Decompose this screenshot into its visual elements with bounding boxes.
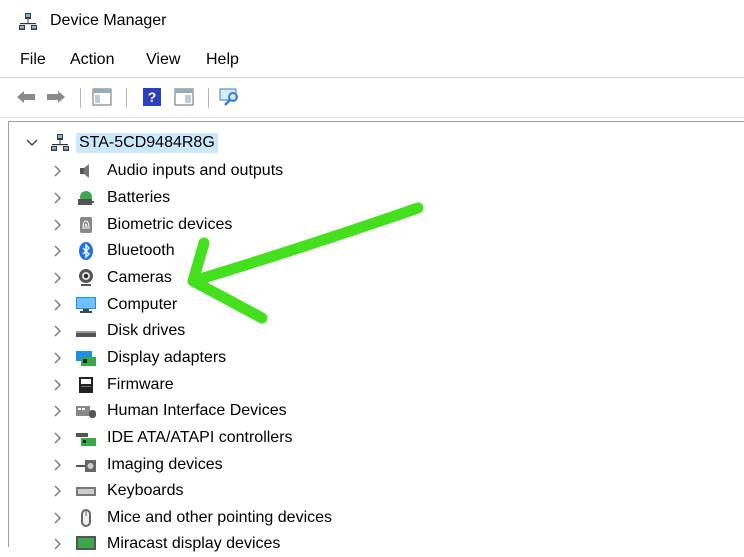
tree-item-label[interactable]: Audio inputs and outputs xyxy=(107,162,283,180)
bluetooth-icon xyxy=(75,240,97,262)
chevron-right-icon[interactable] xyxy=(51,378,65,392)
chevron-right-icon[interactable] xyxy=(51,164,65,178)
webcam-icon xyxy=(75,267,97,289)
speaker-icon xyxy=(75,160,97,182)
device-manager-icon xyxy=(18,12,38,32)
scan-hardware-changes-icon[interactable] xyxy=(218,86,242,108)
menu-view[interactable]: View xyxy=(146,51,180,69)
tree-item-ide[interactable]: IDE ATA/ATAPI controllers xyxy=(9,425,709,451)
firmware-chip-icon xyxy=(75,374,97,396)
tree-item-audio[interactable]: Audio inputs and outputs xyxy=(9,158,709,184)
tree-item-label[interactable]: Display adapters xyxy=(107,349,226,367)
monitor-icon xyxy=(75,294,97,316)
mouse-icon xyxy=(75,507,97,529)
chevron-right-icon[interactable] xyxy=(51,298,65,312)
toolbar-divider xyxy=(0,117,744,118)
tree-item-keyboards[interactable]: Keyboards xyxy=(9,478,709,504)
tree-item-computer[interactable]: Computer xyxy=(9,292,709,318)
toolbar-separator xyxy=(126,88,127,108)
chevron-right-icon[interactable] xyxy=(51,191,65,205)
menu-help[interactable]: Help xyxy=(206,51,239,69)
svg-text:?: ? xyxy=(148,89,157,105)
tree-item-label[interactable]: Imaging devices xyxy=(107,456,223,474)
tree-item-firmware[interactable]: Firmware xyxy=(9,372,709,398)
show-hide-console-tree-icon[interactable] xyxy=(90,86,114,108)
chevron-right-icon[interactable] xyxy=(51,271,65,285)
menu-action[interactable]: Action xyxy=(70,51,114,69)
tree-item-label[interactable]: Miracast display devices xyxy=(107,535,280,553)
chevron-right-icon[interactable] xyxy=(51,458,65,472)
tree-item-label[interactable]: Cameras xyxy=(107,269,172,287)
computer-network-icon xyxy=(49,132,71,154)
tree-root-row[interactable]: STA-5CD9484R8G xyxy=(9,130,409,156)
chevron-right-icon[interactable] xyxy=(51,484,65,498)
chevron-right-icon[interactable] xyxy=(51,351,65,365)
tree-item-bluetooth[interactable]: Bluetooth xyxy=(9,238,709,264)
chevron-right-icon[interactable] xyxy=(51,511,65,525)
battery-icon xyxy=(75,187,97,209)
tree-item-display-adapters[interactable]: Display adapters xyxy=(9,345,709,371)
tree-item-label[interactable]: Computer xyxy=(107,296,177,314)
properties-icon[interactable] xyxy=(172,86,196,108)
chevron-right-icon[interactable] xyxy=(51,244,65,258)
chevron-right-icon[interactable] xyxy=(51,218,65,232)
imaging-device-icon xyxy=(75,454,97,476)
forward-arrow-icon[interactable] xyxy=(44,86,68,108)
menu-bar: File Action View Help xyxy=(0,46,744,74)
toolbar-separator xyxy=(208,88,209,108)
fingerprint-icon xyxy=(75,214,97,236)
menu-divider xyxy=(0,77,744,78)
tree-item-hid[interactable]: Human Interface Devices xyxy=(9,398,709,424)
window-title: Device Manager xyxy=(50,12,167,29)
tree-item-label[interactable]: IDE ATA/ATAPI controllers xyxy=(107,429,293,447)
human-interface-device-icon xyxy=(75,400,97,422)
tree-item-label[interactable]: Mice and other pointing devices xyxy=(107,509,332,527)
help-icon[interactable]: ? xyxy=(140,86,164,108)
menu-file[interactable]: File xyxy=(20,51,46,69)
tree-item-cameras[interactable]: Cameras xyxy=(9,265,709,291)
tree-item-disk-drives[interactable]: Disk drives xyxy=(9,318,709,344)
miracast-icon xyxy=(75,533,97,555)
display-adapter-icon xyxy=(75,347,97,369)
title-bar: Device Manager xyxy=(0,0,744,44)
tree-item-label[interactable]: Human Interface Devices xyxy=(107,402,287,420)
tree-item-biometric[interactable]: Biometric devices xyxy=(9,212,709,238)
tree-item-label[interactable]: Batteries xyxy=(107,189,170,207)
ide-controller-icon xyxy=(75,427,97,449)
tree-item-label[interactable]: Firmware xyxy=(107,376,174,394)
tree-item-imaging[interactable]: Imaging devices xyxy=(9,452,709,478)
device-tree[interactable]: STA-5CD9484R8G Audio inputs and outputs … xyxy=(8,121,744,552)
chevron-right-icon[interactable] xyxy=(51,404,65,418)
toolbar-separator xyxy=(80,88,81,108)
tree-item-label[interactable]: Biometric devices xyxy=(107,216,232,234)
tree-item-label[interactable]: Bluetooth xyxy=(107,242,175,260)
back-arrow-icon[interactable] xyxy=(14,86,38,108)
toolbar: ? xyxy=(0,80,744,114)
tree-item-mice[interactable]: Mice and other pointing devices xyxy=(9,505,709,531)
chevron-right-icon[interactable] xyxy=(51,431,65,445)
tree-item-label[interactable]: Disk drives xyxy=(107,322,185,340)
chevron-right-icon[interactable] xyxy=(51,537,65,551)
keyboard-icon xyxy=(75,480,97,502)
chevron-right-icon[interactable] xyxy=(51,324,65,338)
tree-item-label[interactable]: Keyboards xyxy=(107,482,184,500)
tree-item-batteries[interactable]: Batteries xyxy=(9,185,709,211)
chevron-down-icon[interactable] xyxy=(25,136,39,150)
tree-item-miracast[interactable]: Miracast display devices xyxy=(9,531,709,557)
tree-root-label[interactable]: STA-5CD9484R8G xyxy=(76,133,218,153)
disk-drive-icon xyxy=(75,320,97,342)
